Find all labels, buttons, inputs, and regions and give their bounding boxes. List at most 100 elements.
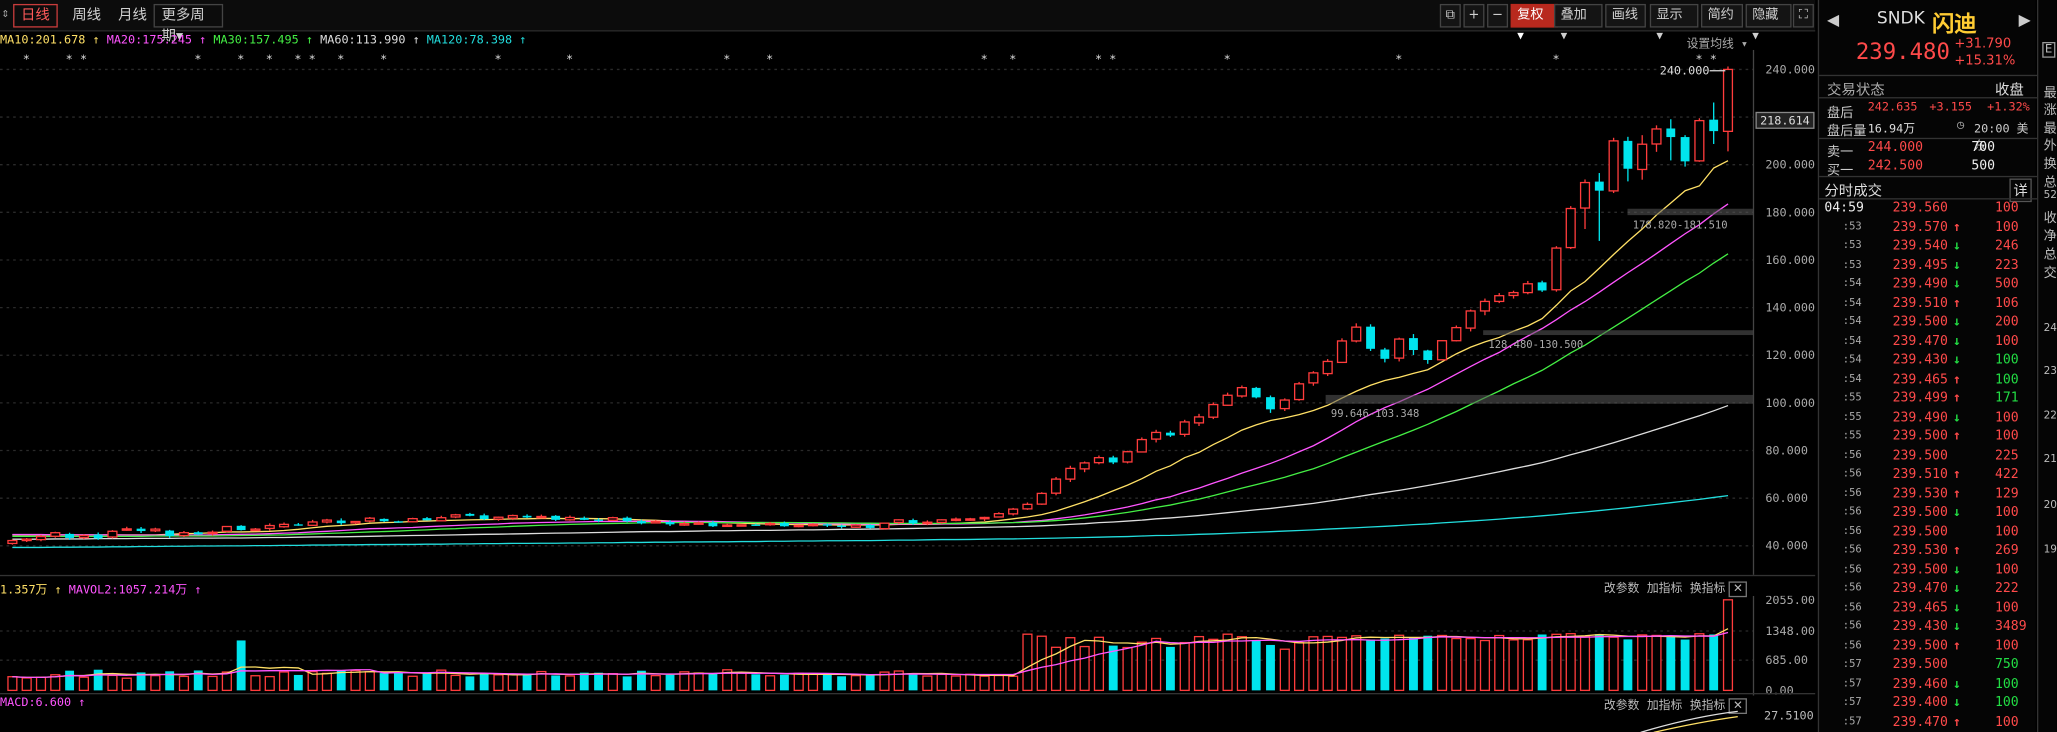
candle-body <box>522 515 532 518</box>
volume-bar <box>1122 646 1133 692</box>
drag-handle-icon[interactable]: ⇕ <box>1 7 9 21</box>
simple-button[interactable]: 简约 <box>1701 3 1743 28</box>
volume-bar <box>1193 635 1205 692</box>
candle-body <box>622 517 632 522</box>
vol-params-button[interactable]: 改参数 <box>1604 583 1639 596</box>
tab-daily[interactable]: 日线 <box>13 3 58 28</box>
display-button[interactable]: 显示 ▾ <box>1649 3 1699 43</box>
volume-bar <box>178 675 190 692</box>
zoom-in-icon[interactable]: + <box>1463 3 1485 28</box>
draw-button[interactable]: 画线 <box>1605 3 1646 28</box>
volume-bar <box>221 671 232 692</box>
volume-bar <box>65 670 75 691</box>
edge-stat-label: 交 <box>2043 266 2057 281</box>
prev-stock-icon[interactable]: ◀ <box>1827 11 1839 29</box>
tick-row: :57 239.400 ↓ 100 <box>1819 696 2037 715</box>
volume-bar <box>950 675 962 692</box>
tick-qty: 100 <box>1995 524 2019 539</box>
arrow-down-icon: ↓ <box>1953 257 1961 273</box>
volume-bar <box>121 677 132 692</box>
candle-body <box>1251 387 1261 398</box>
candle-body <box>178 532 190 537</box>
arrow-down-icon: ↓ <box>1953 334 1961 349</box>
candle <box>1266 395 1275 413</box>
volume-bar <box>679 671 690 692</box>
candle-body <box>93 534 103 539</box>
volume-legend: 1.357万 ↑ MAVOL2:1057.214万 ↑ <box>0 584 202 598</box>
tick-price: 239.510 <box>1892 467 1948 482</box>
volume-bar <box>1208 638 1219 692</box>
candle-body <box>136 528 146 532</box>
tick-qty: 225 <box>1995 448 2019 463</box>
tick-qty: 3489 <box>1995 619 2027 634</box>
next-stock-icon[interactable]: ▶ <box>2019 11 2031 29</box>
candle <box>250 527 261 532</box>
volume-bar <box>1366 639 1375 691</box>
volume-bar <box>922 675 933 692</box>
y-tick-label: 140.000 <box>1765 301 1815 315</box>
candle <box>1623 136 1633 182</box>
close-icon[interactable]: ✕ <box>1729 581 1747 598</box>
candle <box>1151 429 1162 443</box>
ma-settings-button[interactable]: 设置均线 ▾ <box>1687 34 1748 51</box>
candle <box>965 517 976 521</box>
overlay-button[interactable]: 叠加 ▾ <box>1554 3 1603 43</box>
ma-line-ma20 <box>12 203 1729 536</box>
candle-body <box>822 524 832 526</box>
candle-body <box>1222 394 1233 406</box>
volume-bar <box>1522 639 1533 692</box>
candle-body <box>1694 119 1705 162</box>
candle <box>1122 450 1133 464</box>
candle <box>364 516 375 523</box>
volume-bar <box>765 675 776 692</box>
vol-add-indicator-button[interactable]: 加指标 <box>1647 583 1682 596</box>
hide-button[interactable]: 隐藏 ▾ <box>1745 3 1792 43</box>
window-toggle-icon[interactable]: ⧉ <box>1439 3 1461 28</box>
y-tick-label: 60.000 <box>1765 491 1808 505</box>
tick-row: :55 239.490 ↓ 100 <box>1819 410 2037 429</box>
tab-weekly[interactable]: 周线 <box>64 4 109 28</box>
tab-monthly[interactable]: 月线 <box>110 4 155 28</box>
candle <box>1494 293 1505 304</box>
event-marker: * <box>1009 52 1016 66</box>
vol-change-indicator-button[interactable]: 换指标 <box>1690 583 1725 596</box>
candle-body <box>779 522 789 527</box>
candle-body <box>1022 503 1033 510</box>
arrow-down-icon: ↓ <box>1953 505 1961 520</box>
adjust-button[interactable]: 复权 ▾ <box>1510 3 1558 43</box>
candle <box>793 524 804 528</box>
candle <box>1551 246 1562 292</box>
current-price-label: 218.614 <box>1760 113 1810 127</box>
candle <box>1366 324 1375 351</box>
candle-body <box>1565 207 1576 249</box>
candle <box>1651 125 1662 152</box>
ma-line-ma60 <box>12 404 1729 540</box>
tick-qty: 100 <box>1995 410 2019 425</box>
candle-body <box>7 539 18 545</box>
tick-row: :54 239.470 ↓ 100 <box>1819 334 2037 353</box>
candle-body <box>364 517 375 522</box>
candle-body <box>1537 282 1547 291</box>
tick-price: 239.500 <box>1892 562 1948 577</box>
candle-body <box>936 519 947 524</box>
stock-code: SNDK <box>1876 9 1925 29</box>
edge-button[interactable]: E <box>2042 42 2055 58</box>
candle <box>936 519 947 524</box>
candle-body <box>751 524 761 526</box>
zoom-out-icon[interactable]: − <box>1487 3 1509 28</box>
candle-body <box>950 518 962 522</box>
legend-ma30: MA30:157.495 <box>213 34 299 48</box>
tick-row: :57 239.500 750 <box>1819 658 2037 677</box>
volume-bar <box>1565 633 1576 692</box>
volume-bar <box>465 676 475 691</box>
candle-body <box>1193 416 1205 424</box>
tab-more-periods[interactable]: 更多周期▾ <box>153 3 224 45</box>
tick-price: 239.400 <box>1892 695 1948 711</box>
volume-bar <box>1608 636 1619 692</box>
volume-bar <box>965 673 976 692</box>
candle-body <box>1494 295 1505 303</box>
volume-bar <box>736 672 747 692</box>
y-tick-label: 40.000 <box>1765 539 1808 553</box>
tick-row: :56 239.465 ↓ 100 <box>1819 600 2037 619</box>
fullscreen-icon[interactable]: ⛶ <box>1792 3 1814 28</box>
